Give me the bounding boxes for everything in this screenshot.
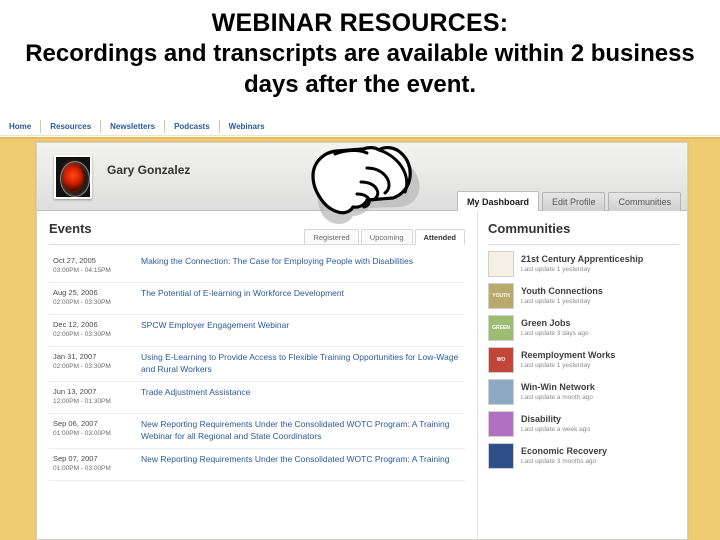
community-text: Green Jobs Last update 3 days ago [521, 317, 589, 339]
pointing-hand-cursor-icon [305, 144, 430, 239]
community-row[interactable]: GREEN Green Jobs Last update 3 days ago [488, 315, 679, 341]
event-row[interactable]: Dec 12, 2006 02:00PM - 03:30PM SPCW Employ… [49, 315, 465, 347]
event-date-block: Oct 27, 2005 03:00PM - 04:15PM [49, 256, 141, 276]
community-icon-disability[interactable] [488, 411, 514, 437]
community-text: Youth Connections Last update 1 yesterday [521, 285, 603, 307]
nav-item-resources[interactable]: Resources [41, 120, 100, 134]
site-navigation-bar: Home Resources Newsletters Podcasts Webinars [0, 118, 720, 136]
nav-item-home[interactable]: Home [0, 120, 40, 134]
community-icon-green-jobs[interactable]: GREEN [488, 315, 514, 341]
community-row[interactable]: 21st Century Apprenticeship Last update 1… [488, 251, 679, 277]
page-columns: Events Registered Upcoming Attended Oct 27… [37, 211, 687, 539]
profile-tab-my-dashboard[interactable]: My Dashboard [456, 191, 539, 211]
community-name[interactable]: Youth Connections [521, 285, 603, 297]
nav-item-newsletters[interactable]: Newsletters [101, 120, 164, 134]
community-icon-reemployment[interactable]: WO [488, 347, 514, 373]
event-title-link[interactable]: Using E-Learning to Provide Access to Fl… [141, 352, 465, 375]
communities-list: 21st Century Apprenticeship Last update 1… [488, 245, 679, 469]
user-name: Gary Gonzalez [107, 163, 191, 177]
event-time: 03:00PM - 04:15PM [53, 267, 111, 274]
event-time: 12:00PM - 01:30PM [53, 398, 111, 405]
event-time: 02:00PM - 03:30PM [53, 299, 111, 306]
community-name[interactable]: Economic Recovery [521, 445, 607, 457]
community-row[interactable]: Disability Last update a week ago [488, 411, 679, 437]
community-last-update: Last update 1 yesterday [521, 298, 591, 305]
avatar[interactable] [54, 155, 92, 199]
community-icon-youth[interactable]: YOUTH [488, 283, 514, 309]
community-row[interactable]: Win-Win Network Last update a month ago [488, 379, 679, 405]
event-date: Jan 31, 2007 [53, 352, 97, 361]
event-title-link[interactable]: Trade Adjustment Assistance [141, 387, 256, 407]
headline-line-2: Recordings and transcripts are available… [25, 40, 695, 98]
community-text: Win-Win Network Last update a month ago [521, 381, 595, 403]
event-row[interactable]: Aug 25, 2006 02:00PM - 03:30PM The Potenti… [49, 283, 465, 315]
event-title-link[interactable]: SPCW Employer Engagement Webinar [141, 320, 295, 340]
event-row[interactable]: Jan 31, 2007 02:00PM - 03:30PM Using E-Lea… [49, 347, 465, 382]
event-title-link[interactable]: The Potential of E-learning in Workforce… [141, 288, 350, 308]
community-last-update: Last update 1 yesterday [521, 362, 591, 369]
website-screenshot: Home Resources Newsletters Podcasts Webinars… [0, 118, 720, 540]
slide-root: WEBINAR RESOURCES: Recordings and transc… [0, 0, 720, 540]
event-date: Sep 06, 2007 [53, 419, 98, 428]
profile-tabs: My Dashboard Edit Profile Communities [454, 191, 681, 211]
event-time: 01:00PM - 03:00PM [53, 465, 111, 472]
event-date: Sep 07, 2007 [53, 454, 98, 463]
event-time: 02:00PM - 03:30PM [53, 331, 111, 338]
nav-item-podcasts[interactable]: Podcasts [165, 120, 219, 134]
event-date: Dec 12, 2006 [53, 320, 98, 329]
avatar-ring-icon [60, 161, 90, 197]
event-date-block: Dec 12, 2006 02:00PM - 03:30PM [49, 320, 141, 340]
community-name[interactable]: Disability [521, 413, 590, 425]
event-row[interactable]: Sep 06, 2007 01:00PM - 03:00PM New Reporti… [49, 414, 465, 449]
event-row[interactable]: Sep 07, 2007 01:00PM - 03:00PM New Reporti… [49, 449, 465, 481]
event-title-link[interactable]: Making the Connection: The Case for Empl… [141, 256, 419, 276]
event-date-block: Sep 07, 2007 01:00PM - 03:00PM [49, 454, 141, 474]
community-icon-apprenticeship[interactable] [488, 251, 514, 277]
event-time: 01:00PM - 03:00PM [53, 430, 111, 437]
community-last-update: Last update 3 days ago [521, 330, 589, 337]
headline: WEBINAR RESOURCES: Recordings and transc… [0, 0, 720, 118]
community-text: 21st Century Apprenticeship Last update 1… [521, 253, 643, 275]
community-row[interactable]: WO Reemployment Works Last update 1 yester… [488, 347, 679, 373]
profile-tab-edit-profile[interactable]: Edit Profile [541, 192, 606, 211]
event-time: 02:00PM - 03:30PM [53, 363, 111, 370]
event-title-link[interactable]: New Reporting Requirements Under the Con… [141, 454, 456, 474]
nav-item-webinars[interactable]: Webinars [220, 120, 274, 134]
headline-line-1: WEBINAR RESOURCES: [211, 9, 509, 37]
event-row[interactable]: Jun 13, 2007 12:00PM - 01:30PM Trade Adjus… [49, 382, 465, 414]
event-date-block: Aug 25, 2006 02:00PM - 03:30PM [49, 288, 141, 308]
community-last-update: Last update a week ago [521, 426, 591, 433]
community-last-update: Last update 1 yesterday [521, 266, 591, 273]
community-text: Economic Recovery Last update 3 months ag… [521, 445, 607, 467]
community-name[interactable]: Win-Win Network [521, 381, 595, 393]
community-name[interactable]: 21st Century Apprenticeship [521, 253, 643, 265]
community-icon-win-win[interactable] [488, 379, 514, 405]
community-text: Reemployment Works Last update 1 yesterda… [521, 349, 615, 371]
event-row[interactable]: Oct 27, 2005 03:00PM - 04:15PM Making the … [49, 251, 465, 283]
event-date: Oct 27, 2005 [53, 256, 96, 265]
community-row[interactable]: Economic Recovery Last update 3 months ag… [488, 443, 679, 469]
event-date: Aug 25, 2006 [53, 288, 98, 297]
communities-column: Communities 21st Century Apprenticeship L… [477, 211, 687, 539]
community-row[interactable]: YOUTH Youth Connections Last update 1 yest… [488, 283, 679, 309]
event-title-link[interactable]: New Reporting Requirements Under the Con… [141, 419, 465, 442]
event-date-block: Jan 31, 2007 02:00PM - 03:30PM [49, 352, 141, 375]
community-last-update: Last update a month ago [521, 394, 593, 401]
event-date: Jun 13, 2007 [53, 387, 97, 396]
community-last-update: Last update 3 months ago [521, 458, 597, 465]
community-icon-economic-recovery[interactable] [488, 443, 514, 469]
event-date-block: Sep 06, 2007 01:00PM - 03:00PM [49, 419, 141, 442]
events-column: Events Registered Upcoming Attended Oct 27… [37, 211, 477, 539]
community-text: Disability Last update a week ago [521, 413, 590, 435]
communities-title: Communities [488, 221, 571, 236]
profile-tab-communities[interactable]: Communities [608, 192, 681, 211]
event-date-block: Jun 13, 2007 12:00PM - 01:30PM [49, 387, 141, 407]
community-name[interactable]: Green Jobs [521, 317, 589, 329]
community-name[interactable]: Reemployment Works [521, 349, 615, 361]
events-list: Oct 27, 2005 03:00PM - 04:15PM Making the … [49, 245, 465, 481]
communities-header: Communities [488, 221, 679, 245]
